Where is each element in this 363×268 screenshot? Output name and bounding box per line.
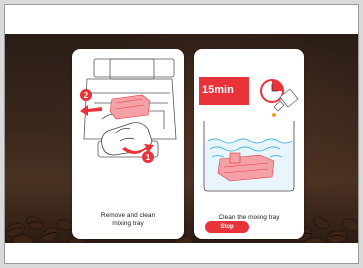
- drop-icon: [272, 113, 276, 117]
- bottom-bar: [5, 243, 358, 263]
- step-caption-line1: Remove and clean: [100, 212, 156, 219]
- clock-icon: [260, 79, 284, 103]
- step-marker-2-label: 2: [84, 91, 89, 100]
- machine-illustration: 2 1: [80, 58, 177, 163]
- coffee-background: 2 1 Remove and clean mixing tray 15min C…: [5, 34, 358, 245]
- step-card-clean-tray: 15min Clean the mixing tray: [194, 49, 304, 239]
- stop-button[interactable]: Stop: [205, 221, 249, 233]
- step-marker-1-label: 1: [146, 153, 151, 162]
- cleaning-illustration: [203, 79, 299, 192]
- step-caption-line2: mixing tray: [112, 220, 144, 227]
- screen-frame: 2 1 Remove and clean mixing tray 15min C…: [4, 4, 359, 264]
- mixing-tray-shape: [109, 94, 151, 120]
- step-card-remove-tray: 2 1 Remove and clean mixing tray: [72, 49, 184, 239]
- top-bar: [5, 5, 358, 34]
